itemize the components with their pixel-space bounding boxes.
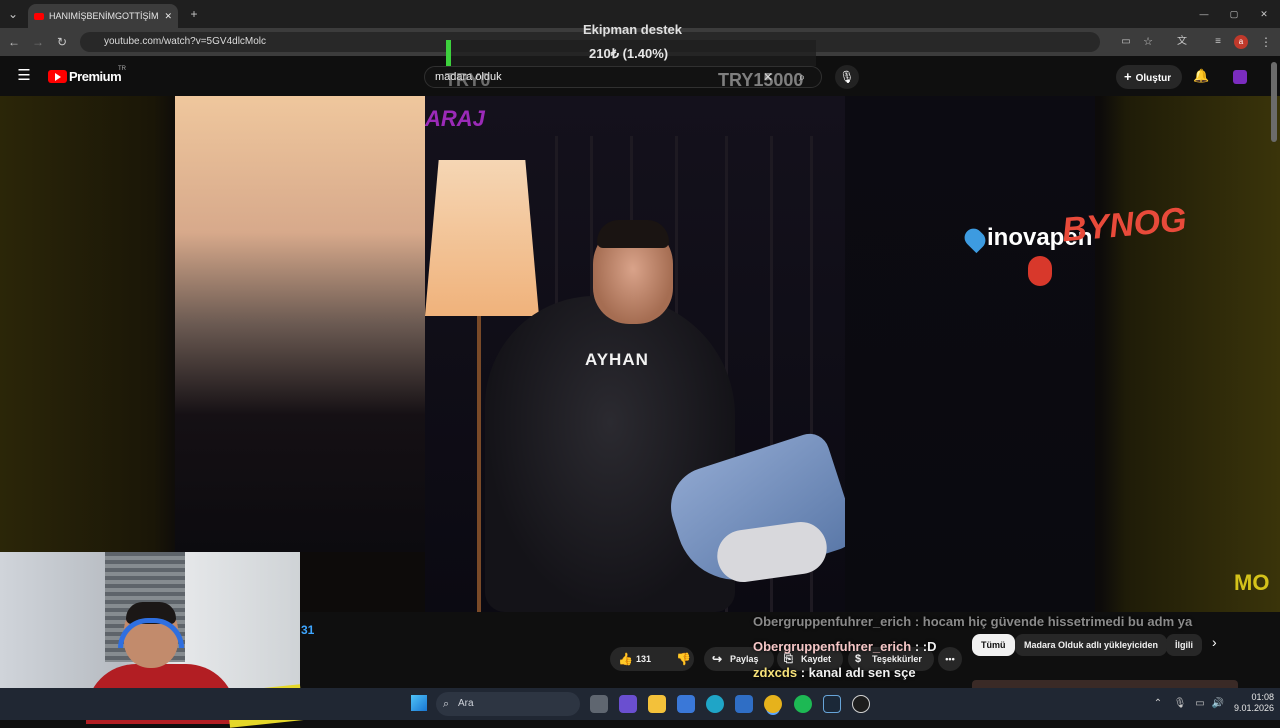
translate-icon[interactable]: 文: [1174, 34, 1190, 50]
person-hair: [597, 220, 669, 248]
minimize-icon[interactable]: —: [1196, 6, 1212, 22]
floor-lamp-pole: [477, 316, 481, 612]
chat-message: zdxcds : kanal adı sen sçe: [753, 665, 916, 680]
related-video-thumbnails[interactable]: [972, 680, 1238, 688]
plus-icon: +: [1124, 69, 1132, 84]
tab-close-icon[interactable]: ✕: [164, 11, 172, 22]
file-explorer-icon[interactable]: [648, 695, 666, 713]
more-actions-button[interactable]: •••: [938, 647, 962, 671]
save-label: Kaydet: [801, 654, 832, 664]
taskbar-search-icon: ⌕: [443, 698, 450, 710]
obs-icon[interactable]: [852, 695, 870, 713]
microsoft-store-icon[interactable]: [677, 695, 695, 713]
chat-message: Obergruppenfuhrer_erich : hocam hiç güve…: [753, 614, 1193, 629]
youtube-logo-text[interactable]: Premium: [69, 69, 122, 84]
video-blurred-right-panel: [845, 96, 1095, 612]
youtube-logo-icon[interactable]: [48, 70, 67, 83]
channel-avatar-icon[interactable]: [1233, 70, 1247, 84]
forward-icon[interactable]: →: [30, 34, 46, 50]
microphone-tray-icon[interactable]: 🎙: [1172, 696, 1188, 712]
share-arrow-icon: ↪: [712, 652, 723, 666]
clock-date: 9.01.2026: [1234, 703, 1275, 713]
volume-tray-icon[interactable]: 🔊: [1210, 696, 1226, 712]
thanks-label: Teşekkürler: [872, 654, 922, 664]
donation-min-label: TRY0: [445, 70, 491, 90]
taskbar-clock[interactable]: 01:08 9.01.2026: [1234, 692, 1274, 714]
chat-user: Obergruppenfuhrer_erich: [753, 614, 912, 629]
hamburger-menu-icon[interactable]: ☰: [16, 68, 32, 84]
edge-browser-icon[interactable]: [706, 695, 724, 713]
windows-taskbar: [0, 688, 1280, 720]
side-number: 31: [301, 623, 315, 637]
tray-chevron-icon[interactable]: ⌃: [1150, 696, 1166, 712]
close-window-icon[interactable]: ✕: [1256, 6, 1272, 22]
windows-start-icon[interactable]: [411, 695, 427, 711]
cast-icon[interactable]: ▭: [1118, 34, 1134, 50]
spotify-icon[interactable]: [794, 695, 812, 713]
steam-icon[interactable]: [823, 695, 841, 713]
floor-lamp-shade: [425, 160, 539, 316]
reload-icon[interactable]: ↻: [54, 34, 70, 50]
like-button[interactable]: 👍 131 👎: [610, 647, 694, 671]
chat-text: hocam hiç güvende hissetrimedi bu adm ya: [922, 614, 1193, 629]
taskbar-search-placeholder: Ara: [458, 698, 474, 709]
video-blurred-left-panel: [175, 96, 425, 552]
chat-text: kanal adı sen sçe: [808, 665, 916, 680]
notifications-bell-icon[interactable]: 🔔: [1193, 68, 1209, 84]
new-tab-icon[interactable]: +: [186, 6, 202, 22]
microsoft-365-icon[interactable]: [619, 695, 637, 713]
video-main-frame[interactable]: AYHAN ARAJ: [425, 96, 845, 612]
thumbs-down-icon[interactable]: 👎: [676, 647, 691, 671]
chips-next-chevron-icon[interactable]: ›: [1212, 634, 1217, 650]
chrome-icon[interactable]: [764, 695, 782, 713]
youtube-region-code: TR: [118, 66, 126, 72]
donation-goal-label: TRY15000: [718, 70, 804, 90]
chat-text: :D: [922, 639, 937, 654]
chip-related[interactable]: İlgili: [1166, 634, 1202, 656]
youtube-favicon-icon: [34, 12, 44, 20]
channel-watermark: MO: [1234, 570, 1270, 595]
tab-search-icon[interactable]: ⌄: [5, 6, 21, 22]
red-balloon-icon: [1028, 256, 1052, 286]
profile-avatar-icon[interactable]: a: [1234, 35, 1248, 49]
chat-message: Obergruppenfuhrer_erich : :D: [753, 639, 937, 654]
taskbar-search-box[interactable]: ⌕ Ara: [436, 692, 580, 716]
donation-progress-value: 210₺ (1.40%): [589, 46, 669, 61]
video-top-text: ARAJ: [425, 106, 485, 131]
like-count: 131: [636, 654, 652, 664]
donation-progress-fill: [446, 40, 452, 66]
task-view-icon[interactable]: [590, 695, 608, 713]
clock-time: 01:08: [1251, 692, 1275, 702]
thumbs-up-icon: 👍: [618, 652, 633, 666]
reading-list-icon[interactable]: ≡: [1210, 34, 1226, 50]
page-scrollbar[interactable]: [1271, 62, 1277, 142]
chrome-menu-icon[interactable]: ⋮: [1258, 34, 1274, 50]
share-label: Paylaş: [730, 654, 759, 664]
video-name-tag: AYHAN: [585, 350, 649, 369]
voice-search-icon[interactable]: 🎙: [835, 65, 859, 89]
network-tray-icon[interactable]: ▭: [1192, 696, 1208, 712]
donation-goal-title: Ekipman destek: [583, 22, 682, 37]
chip-from-uploader[interactable]: Madara Olduk adlı yükleyiciden: [1015, 634, 1168, 656]
mail-icon[interactable]: [735, 695, 753, 713]
browser-tab[interactable]: HANIMİŞBENİMGOTTİŞİM | Ma ✕: [28, 4, 178, 28]
bookmark-star-icon[interactable]: ☆: [1140, 34, 1156, 50]
tab-title: HANIMİŞBENİMGOTTİŞİM | Ma: [49, 11, 159, 21]
maximize-icon[interactable]: ▢: [1226, 6, 1242, 22]
create-button[interactable]: + Oluştur: [1116, 65, 1182, 89]
chat-user: zdxcds: [753, 665, 798, 680]
chip-all[interactable]: Tümü: [972, 634, 1015, 656]
back-icon[interactable]: ←: [6, 34, 22, 50]
chat-user: Obergruppenfuhrer_erich: [753, 639, 912, 654]
create-label: Oluştur: [1135, 73, 1172, 84]
